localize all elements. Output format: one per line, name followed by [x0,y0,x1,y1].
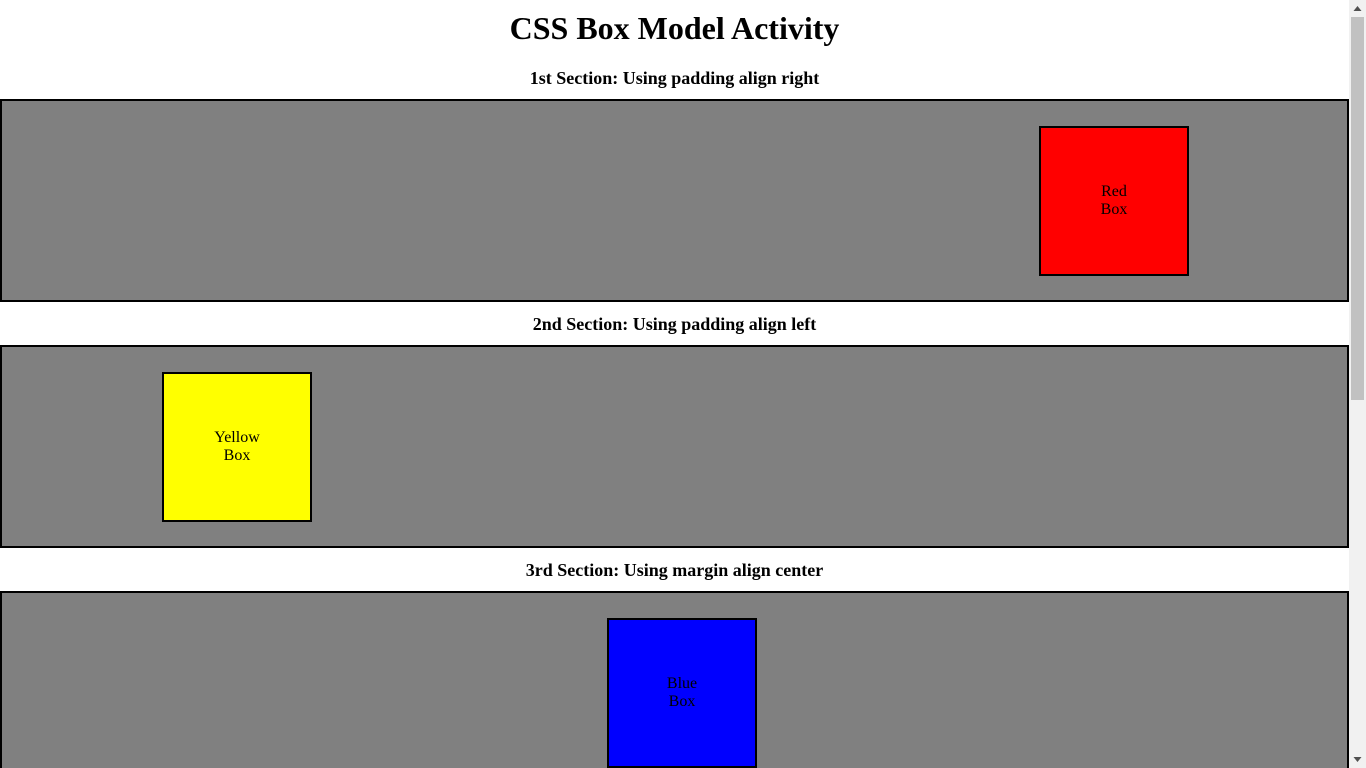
yellow-box: Yellow Box [162,372,312,522]
blue-box-label-line1: Blue [666,675,698,692]
page-title: CSS Box Model Activity [509,10,840,46]
section-2-heading: 2nd Section: Using padding align left [532,314,817,334]
page: CSS Box Model Activity 1st Section: Usin… [0,0,1349,768]
section-1-heading: 1st Section: Using padding align right [529,68,820,88]
scroll-up-arrow-icon[interactable] [1349,0,1366,17]
red-box-label-line2: Box [1100,201,1128,218]
blue-box: Blue Box [607,618,757,768]
scrollbar-thumb[interactable] [1351,17,1364,400]
section-3-heading: 3rd Section: Using margin align center [525,560,824,580]
yellow-box-label-line1: Yellow [214,429,260,446]
blue-box-label-line2: Box [668,693,696,710]
vertical-scrollbar[interactable] [1349,0,1366,768]
section-2: Yellow Box [0,345,1349,548]
red-box-label-line1: Red [1101,183,1127,200]
red-box: Red Box [1039,126,1189,276]
yellow-box-label-line2: Box [223,447,251,464]
section-3: Blue Box [0,591,1349,768]
section-1: Red Box [0,99,1349,302]
scroll-down-arrow-icon[interactable] [1349,751,1366,768]
